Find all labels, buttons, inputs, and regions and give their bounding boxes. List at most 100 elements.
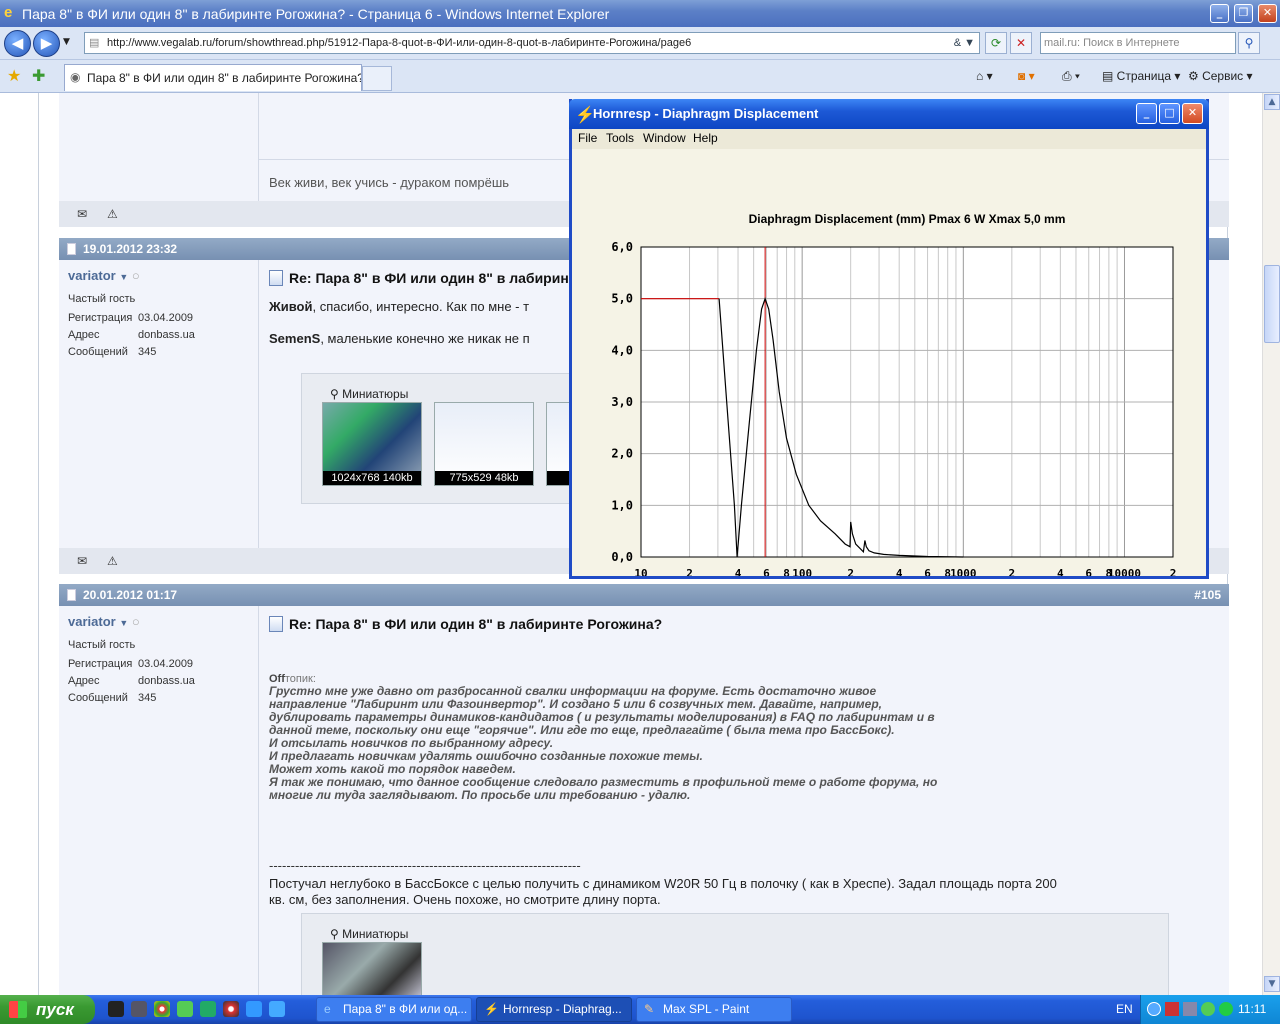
refresh-button[interactable]: ⟳	[985, 32, 1007, 54]
user-rank: Частый гость	[68, 639, 136, 651]
quicklaunch-flower-icon[interactable]	[177, 1001, 193, 1017]
home-icon[interactable]: ⌂ ▾	[976, 66, 993, 86]
menu-file[interactable]: File	[578, 131, 597, 145]
new-tab-button[interactable]	[362, 66, 392, 91]
attachments-box: ⚲ Миниатюры	[301, 913, 1169, 995]
menu-window[interactable]: Window	[643, 131, 686, 145]
favorites-star-icon[interactable]: ★	[7, 66, 21, 85]
chrome-icon[interactable]	[154, 1001, 170, 1017]
scroll-up-icon[interactable]: ▲	[1264, 94, 1280, 110]
post-text-line: SemenS, маленькие конечно же никак не п	[269, 331, 530, 346]
start-button[interactable]: пуск	[0, 995, 95, 1024]
x-tick-label: 10000	[1108, 567, 1141, 576]
username-link[interactable]: variator ▼ ○	[68, 614, 140, 629]
page-menu[interactable]: ▤ Страница ▾	[1102, 66, 1180, 86]
service-menu[interactable]: ⚙ Сервис ▾	[1188, 66, 1253, 86]
report-icon[interactable]: ⚠	[107, 554, 118, 568]
hornresp-close-button[interactable]: ✕	[1182, 103, 1203, 124]
attachment-thumb[interactable]: 775x529 48kb	[434, 402, 534, 486]
restore-button[interactable]: ❐	[1234, 4, 1253, 23]
x-tick-label: 4	[896, 567, 903, 576]
chart-panel: 0,0 1,0 2,0 3,0 4,0 5,0 6,0 10 2 4 6 8 100 2 4 6 8 1000 2 4…	[572, 149, 1206, 609]
rss-icon[interactable]: ◙ ▾	[1018, 66, 1035, 86]
menu-help[interactable]: Help	[693, 131, 718, 145]
tab-bar: ★ ✚ ◉ Пара 8" в ФИ или один 8" в лабирин…	[0, 60, 1280, 93]
add-favorites-icon[interactable]: ✚	[32, 66, 45, 85]
signature: Век живи, век учись - дураком помрёшь	[269, 175, 510, 190]
attachments-label: ⚲ Миниатюры	[330, 927, 409, 941]
email-icon[interactable]: ✉	[77, 554, 87, 568]
post-text-line: Живой, спасибо, интересно. Как по мне - …	[269, 299, 530, 314]
prev-user-pane	[59, 93, 259, 201]
tray-flower-icon[interactable]	[1201, 1002, 1215, 1016]
report-icon[interactable]: ⚠	[107, 207, 118, 221]
search-icon[interactable]: ⚲	[1238, 32, 1260, 54]
attachment-thumb[interactable]	[322, 942, 422, 995]
search-input[interactable]: mail.ru: Поиск в Интернете	[1040, 32, 1236, 54]
url-dropdown-icon[interactable]: & ▼	[954, 33, 975, 53]
back-button[interactable]: ◀	[4, 30, 31, 57]
attachments-label: ⚲ Миниатюры	[330, 387, 409, 401]
taskbar-hornresp-button[interactable]: ⚡ Hornresp - Diaphrag...	[476, 997, 632, 1022]
x-tick-label: 4	[735, 567, 742, 576]
stop-button[interactable]: ✕	[1010, 32, 1032, 54]
ie-quicklaunch-icon[interactable]	[246, 1001, 262, 1017]
opera-icon[interactable]	[223, 1001, 239, 1017]
close-button[interactable]: ✕	[1258, 4, 1277, 23]
y-tick-label: 4,0	[611, 343, 633, 357]
tray-icq-icon[interactable]	[1219, 1002, 1233, 1016]
hornresp-window[interactable]: ⚡ Hornresp - Diaphragm Displacement _ □ …	[569, 99, 1209, 609]
hornresp-title-bar[interactable]: ⚡ Hornresp - Diaphragm Displacement _ □ …	[569, 99, 1209, 129]
post-title-icon	[269, 270, 283, 286]
print-icon[interactable]: ⎙ ▾	[1062, 66, 1080, 86]
y-tick-label: 1,0	[611, 498, 633, 512]
username-link[interactable]: variator ▼ ○	[68, 268, 140, 283]
email-icon[interactable]: ✉	[77, 207, 87, 221]
tab-forum[interactable]: ◉ Пара 8" в ФИ или один 8" в лабиринте Р…	[64, 64, 362, 91]
post-date: 19.01.2012 23:32	[83, 242, 178, 256]
quicklaunch-misc-icon[interactable]	[269, 1001, 285, 1017]
y-tick-label: 2,0	[611, 447, 633, 461]
tray-arrow-icon[interactable]	[1147, 1002, 1161, 1016]
tray-network-icon[interactable]	[1183, 1002, 1197, 1016]
url-input[interactable]: ▤ http://www.vegalab.ru/forum/showthread…	[84, 32, 980, 54]
post-number-link[interactable]: #105	[1194, 584, 1221, 606]
x-tick-label: 6	[924, 567, 931, 576]
hornresp-maximize-button[interactable]: □	[1159, 103, 1180, 124]
language-indicator[interactable]: EN	[1116, 995, 1133, 1024]
taskbar-paint-button[interactable]: ✎ Max SPL - Paint	[636, 997, 792, 1022]
forward-button[interactable]: ▶	[33, 30, 60, 57]
windows-flag-icon	[9, 1001, 27, 1018]
page-scrollbar[interactable]: ▲ ▼	[1262, 93, 1280, 995]
user-reg-date: 03.04.2009	[138, 658, 194, 670]
tray-antivirus-icon[interactable]	[1165, 1002, 1179, 1016]
x-tick-label: 1000	[950, 567, 977, 576]
user-reg-date: 03.04.2009	[138, 312, 194, 324]
menu-tools[interactable]: Tools	[606, 131, 634, 145]
quicklaunch-green-icon[interactable]	[200, 1001, 216, 1017]
quicklaunch-cmd-icon[interactable]	[108, 1001, 124, 1017]
y-tick-label: 6,0	[611, 240, 633, 254]
minimize-button[interactable]: _	[1210, 4, 1229, 23]
hornresp-menu-bar: File Tools Window Help	[572, 129, 1206, 149]
taskbar-ie-button[interactable]: e Пара 8" в ФИ или од...	[316, 997, 472, 1022]
user-rank: Частый гость	[68, 293, 136, 305]
scroll-down-icon[interactable]: ▼	[1264, 976, 1280, 992]
chart-title: Diaphragm Displacement (mm) Pmax 6 W Xma…	[749, 212, 1066, 226]
post-doc-icon	[67, 243, 76, 255]
x-tick-label: 6	[763, 567, 770, 576]
hornresp-minimize-button[interactable]: _	[1136, 103, 1157, 124]
post-title: Re: Пара 8" в ФИ или один 8" в лабирин	[269, 270, 569, 286]
x-tick-label: 2	[686, 567, 693, 576]
post-title-icon	[269, 616, 283, 632]
y-tick-label: 5,0	[611, 292, 633, 306]
history-dropdown-icon[interactable]: ▼	[63, 37, 70, 47]
page-icon: ▤	[89, 37, 100, 49]
x-tick-label: 2	[1170, 567, 1177, 576]
post-title: Re: Пара 8" в ФИ или один 8" в лабиринте…	[269, 616, 662, 632]
scroll-thumb[interactable]	[1264, 265, 1280, 343]
user-address: donbass.ua	[138, 329, 195, 341]
user-pane: variator ▼ ○ Частый гость Регистрация 03…	[59, 606, 259, 995]
quicklaunch-app-icon[interactable]	[131, 1001, 147, 1017]
attachment-thumb[interactable]: 1024x768 140kb	[322, 402, 422, 486]
